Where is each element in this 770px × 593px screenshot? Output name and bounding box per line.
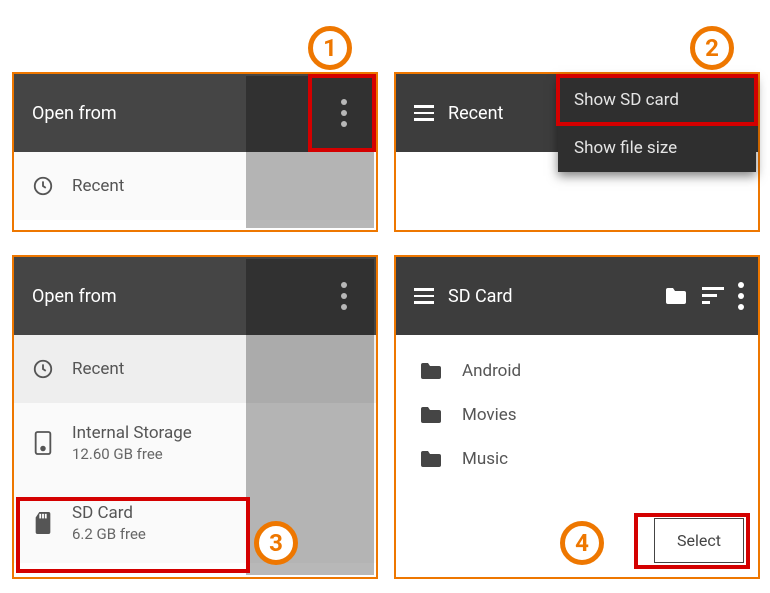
panel-2-recent-menu: Recent Show SD card Show file size: [394, 72, 760, 232]
storage-icon: [32, 430, 54, 456]
appbar-title: SD Card: [448, 286, 513, 307]
overflow-menu-button[interactable]: [738, 282, 744, 310]
kebab-icon: [341, 282, 347, 310]
drawer-item-label: Internal Storage: [72, 423, 192, 443]
drawer-item-sublabel: 12.60 GB free: [72, 445, 192, 463]
drawer-item-label: Recent: [72, 359, 124, 379]
folder-row[interactable]: Android: [396, 349, 758, 393]
callout-4: 4: [560, 521, 604, 565]
panel-3-open-from-expanded: Open from Recent Internal Storage 12.60 …: [12, 255, 378, 579]
drawer-item-label: SD Card: [72, 503, 146, 523]
drawer-item-sublabel: 6.2 GB free: [72, 525, 146, 543]
menu-item-show-file-size[interactable]: Show file size: [558, 124, 756, 172]
appbar: Open from: [14, 257, 376, 335]
clock-icon: [32, 358, 54, 380]
callout-1: 1: [308, 26, 352, 70]
drawer-item-recent[interactable]: Recent: [14, 335, 376, 403]
hamburger-icon[interactable]: [414, 105, 434, 121]
folder-icon: [418, 361, 444, 381]
kebab-icon: [738, 282, 744, 310]
callout-3: 3: [254, 521, 298, 565]
drawer-item-sd-card[interactable]: SD Card 6.2 GB free: [14, 483, 376, 563]
menu-item-show-sd-card[interactable]: Show SD card: [558, 76, 756, 124]
folder-name: Music: [462, 449, 508, 469]
drawer-item-internal-storage[interactable]: Internal Storage 12.60 GB free: [14, 403, 376, 483]
new-folder-icon[interactable]: [664, 286, 688, 306]
folder-name: Android: [462, 361, 521, 381]
folder-icon: [418, 405, 444, 425]
sort-icon[interactable]: [702, 287, 724, 305]
folder-name: Movies: [462, 405, 517, 425]
panel-1-open-from: Open from Recent: [12, 72, 378, 232]
appbar-title: Open from: [32, 103, 117, 124]
drawer-item-recent[interactable]: Recent: [14, 152, 376, 220]
clock-icon: [32, 175, 54, 197]
folder-row[interactable]: Music: [396, 437, 758, 481]
appbar: SD Card: [396, 257, 758, 335]
appbar-title: Recent: [448, 103, 503, 124]
sd-card-icon: [32, 510, 54, 536]
folder-row[interactable]: Movies: [396, 393, 758, 437]
overflow-menu-button[interactable]: [322, 257, 366, 335]
appbar-title: Open from: [32, 286, 117, 307]
hamburger-icon[interactable]: [414, 288, 434, 304]
drawer-item-label: Recent: [72, 176, 124, 196]
overflow-menu-button[interactable]: [322, 74, 366, 152]
folder-icon: [418, 449, 444, 469]
appbar: Open from: [14, 74, 376, 152]
callout-2: 2: [690, 26, 734, 70]
overflow-menu: Show SD card Show file size: [558, 76, 756, 172]
kebab-icon: [341, 99, 347, 127]
select-button[interactable]: Select: [654, 518, 744, 563]
